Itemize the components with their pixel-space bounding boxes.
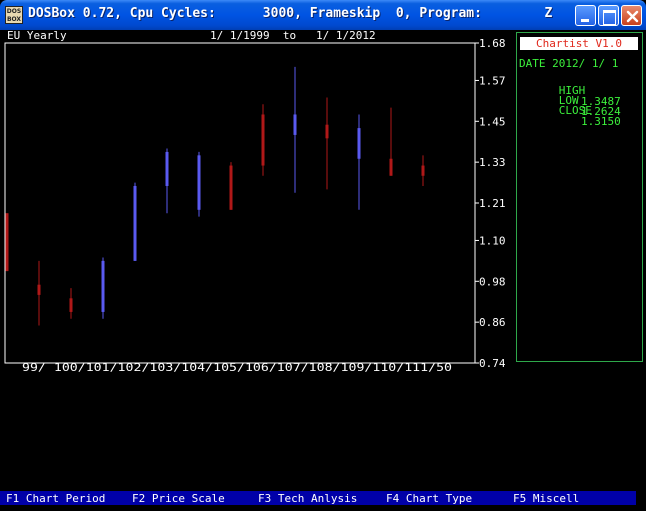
y-axis-tick-label: 1.45 [479, 115, 506, 128]
candle-body [133, 185, 137, 261]
candle-body [69, 298, 73, 312]
candle-body [357, 128, 361, 159]
title-bar[interactable]: DOS BOX DOSBox 0.72, Cpu Cycles: 3000, F… [0, 0, 646, 30]
y-axis-tick-label: 1.10 [479, 234, 506, 247]
candle-body [37, 284, 41, 295]
candle [197, 151, 201, 217]
window-title: DOSBox 0.72, Cpu Cycles: 3000, Frameskip… [28, 6, 553, 21]
fkey-chart-period[interactable]: F1 Chart Period [6, 493, 105, 504]
candle [421, 155, 425, 186]
fkey-chart-type[interactable]: F4 Chart Type [386, 493, 472, 504]
info-panel: Chartist V1.0 DATE 2012/ 1/ 1 HIGH 1.348… [516, 32, 643, 362]
candle-body [229, 165, 233, 210]
close-row: CLOSE 1.3150 [519, 94, 621, 138]
y-axis-tick-label: 1.57 [479, 74, 506, 87]
candles [5, 66, 425, 326]
close-button[interactable] [621, 5, 642, 26]
candle-body [101, 260, 105, 312]
maximize-button[interactable] [598, 5, 619, 26]
fkey-miscellaneous[interactable]: F5 Miscell [513, 493, 579, 504]
candlestick-chart: 1.68 1.57 1.45 1.33 1.21 1.10 0.98 0.86 0.74 99/… [4, 37, 506, 374]
candle-body [421, 165, 425, 176]
app-title: Chartist V1.0 [520, 37, 638, 50]
candle [165, 148, 169, 214]
candle [357, 114, 361, 210]
dos-screen[interactable]: EU Yearly 1/ 1/1999 to 1/ 1/2012 1.68 1.5… [0, 30, 646, 511]
y-axis-tick-label: 1.21 [479, 197, 506, 210]
candle-body [197, 155, 201, 210]
candle-body [389, 158, 393, 176]
date-readout: DATE 2012/ 1/ 1 [519, 57, 619, 70]
candle-body [165, 151, 169, 186]
candle-body [325, 124, 329, 139]
y-axis-tick-label: 0.98 [479, 275, 506, 288]
y-axis-tick-label: 1.33 [479, 156, 506, 169]
fkey-price-scale[interactable]: F2 Price Scale [132, 493, 225, 504]
y-axis-tick-label: 1.68 [479, 37, 506, 50]
candle [5, 213, 9, 272]
candle [37, 260, 41, 326]
candle-body [261, 114, 265, 166]
y-axis-tick-label: 0.86 [479, 316, 506, 329]
y-axis: 1.68 1.57 1.45 1.33 1.21 1.10 0.98 0.86 0.74 [475, 37, 506, 370]
candle [261, 104, 265, 176]
fkey-tech-analysis[interactable]: F3 Tech Anlysis [258, 493, 357, 504]
close-value: 1.3150 [581, 115, 621, 128]
chart-plot-frame [4, 42, 476, 364]
candle [293, 66, 297, 193]
y-axis-tick-label: 0.74 [479, 357, 506, 370]
dosbox-app-icon[interactable]: DOS BOX [5, 6, 23, 24]
candle [101, 257, 105, 319]
candle-body [293, 114, 297, 135]
candle [389, 107, 393, 176]
minimize-button[interactable] [575, 5, 596, 26]
x-axis-tick-labels: 99/ 100/101/102/103/104/105/106/107/108/… [22, 361, 452, 374]
candle [325, 97, 329, 190]
candle [69, 288, 73, 319]
candle [133, 182, 137, 261]
candle [229, 162, 233, 210]
function-key-bar: F1 Chart Period F2 Price Scale F3 Tech A… [0, 491, 636, 505]
close-icon [626, 10, 639, 23]
candle-body [5, 213, 9, 272]
